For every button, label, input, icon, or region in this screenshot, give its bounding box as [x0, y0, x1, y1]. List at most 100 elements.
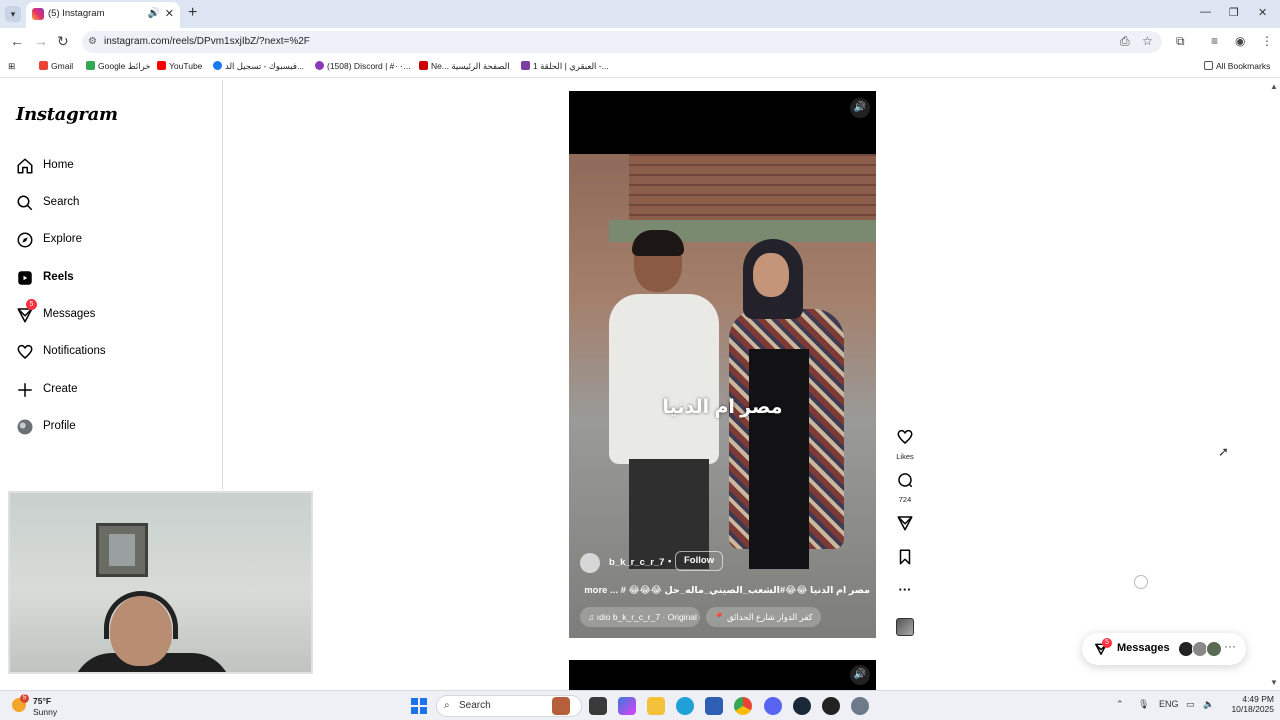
search-icon: ⌕: [444, 700, 450, 711]
edge-icon[interactable]: [676, 697, 694, 715]
bookmark-icon: [899, 549, 911, 565]
reel-overlay-text: مصر ام الدنيا: [662, 397, 783, 418]
sidebar-item-reels[interactable]: Reels: [16, 268, 206, 292]
close-tab-icon[interactable]: ✕: [165, 2, 174, 26]
reload-icon[interactable]: ↻: [57, 33, 69, 50]
language-indicator[interactable]: ENG: [1159, 699, 1179, 709]
comment-icon: [898, 473, 913, 488]
audio-chip[interactable]: ♫ ıdio b_k_r_c_r_7 · Original ε: [580, 607, 700, 627]
sound-icon[interactable]: 🔊: [850, 98, 870, 118]
sidebar-item-home[interactable]: Home: [16, 156, 206, 180]
sidebar-item-label: Explore: [43, 233, 82, 245]
apps-icon[interactable]: ⊞: [8, 61, 15, 72]
more-options-icon[interactable]: ···: [894, 582, 916, 597]
sidebar-item-create[interactable]: Create: [16, 380, 206, 404]
url-text: instagram.com/reels/DPvm1sxjIbZ/?next=%2…: [104, 36, 310, 47]
follow-button[interactable]: Follow: [675, 551, 724, 571]
all-bookmarks[interactable]: All Bookmarks: [1204, 61, 1270, 71]
tray-chevron-icon[interactable]: ⌃: [1116, 699, 1124, 710]
forward-icon[interactable]: →: [34, 33, 48, 49]
media-control-icon[interactable]: ≡: [1211, 34, 1218, 48]
audio-thumbnail[interactable]: [896, 618, 914, 636]
save-button[interactable]: [894, 548, 916, 571]
mouse-cursor-icon: ➚: [1218, 444, 1229, 459]
heart-icon: [17, 344, 33, 359]
app-icon[interactable]: [822, 697, 840, 715]
back-icon[interactable]: ←: [10, 33, 24, 49]
tab-search-icon[interactable]: ▾: [5, 6, 21, 22]
sidebar-item-label: Home: [43, 159, 74, 171]
loading-spinner-icon: [1134, 575, 1148, 589]
location-chip[interactable]: 📍 كفر الدوار شارع الحدائق: [706, 607, 821, 627]
install-app-icon[interactable]: ⎙: [1120, 34, 1130, 49]
new-tab-button[interactable]: +: [188, 4, 197, 22]
sidebar-item-messages[interactable]: 5 Messages: [16, 299, 206, 329]
instagram-logo[interactable]: Instagram: [16, 104, 118, 125]
volume-icon[interactable]: 🔈: [1203, 699, 1214, 710]
messages-badge: 5: [26, 299, 37, 310]
bookmark-netflix[interactable]: Ne... الصفحة الرئيسية: [419, 61, 510, 72]
store-icon[interactable]: [705, 697, 723, 715]
folder-icon[interactable]: [647, 697, 665, 715]
maximize-icon[interactable]: ❐: [1229, 6, 1239, 19]
minimize-icon[interactable]: —: [1200, 6, 1211, 18]
sound-icon[interactable]: 🔊: [850, 665, 870, 685]
bookmark-google-maps[interactable]: Google خرائط: [86, 61, 151, 72]
sidebar-item-label: Messages: [43, 308, 96, 320]
share-button[interactable]: [894, 514, 916, 537]
chrome-icon[interactable]: [734, 697, 752, 715]
floating-messages-button[interactable]: 5 Messages ···: [1082, 633, 1246, 665]
bookmark-gmail[interactable]: Gmail: [39, 61, 73, 71]
taskbar-app-game-icon[interactable]: [552, 697, 570, 715]
copilot-icon[interactable]: [618, 697, 636, 715]
sidebar-item-label: Create: [43, 383, 78, 395]
like-button[interactable]: Likes: [894, 428, 916, 461]
tab-instagram[interactable]: (5) Instagram 🔊 ✕: [26, 2, 180, 28]
sidebar-item-notifications[interactable]: Notifications: [16, 342, 206, 366]
bookmark-series[interactable]: العبقري | الحلقة 1 -...: [521, 61, 609, 72]
extensions-icon[interactable]: ⧉: [1176, 34, 1185, 49]
taskbar-search-label: Search: [459, 700, 491, 711]
bookmark-discord[interactable]: (1508) Discord | #٠٠...: [315, 61, 411, 72]
url-input[interactable]: ⚙ instagram.com/reels/DPvm1sxjIbZ/?next=…: [82, 31, 1162, 53]
reel-caption[interactable]: مصر ام الدنيا 😂😂#الشعب_الصيني_ماله_حل 😂😂…: [580, 585, 870, 596]
weather-badge: 5: [20, 694, 29, 703]
sidebar-item-search[interactable]: Search: [16, 193, 206, 217]
weather-condition: Sunny: [33, 707, 58, 717]
author-username[interactable]: b_k_r_c_r_7: [609, 557, 664, 568]
chrome-menu-icon[interactable]: ⋮: [1261, 34, 1273, 48]
scroll-down-icon[interactable]: ▼: [1270, 678, 1278, 687]
discord-icon[interactable]: [764, 697, 782, 715]
profile-avatar-icon[interactable]: ◉: [1235, 34, 1245, 48]
speaker-icon[interactable]: 🔊: [148, 2, 160, 26]
bookmark-star-icon[interactable]: ☆: [1142, 34, 1153, 48]
heart-icon: [897, 429, 913, 444]
site-info-icon[interactable]: ⚙: [88, 31, 97, 53]
sidebar-item-profile[interactable]: Profile: [16, 417, 206, 441]
settings-icon[interactable]: [851, 697, 869, 715]
microphone-icon[interactable]: 🎙: [1138, 699, 1149, 710]
windows-taskbar: 5 75°F Sunny ⌕ Search ⌃ 🎙 ENG ▭ 🔈 4:49 P…: [0, 690, 1280, 720]
clock[interactable]: 4:49 PM 10/18/2025: [1224, 694, 1274, 714]
home-icon: [17, 158, 33, 174]
comment-button[interactable]: 724: [894, 471, 916, 504]
steam-icon[interactable]: [793, 697, 811, 715]
more-icon[interactable]: ···: [1224, 639, 1236, 653]
comments-count: 724: [898, 495, 912, 504]
reel-player[interactable]: 🔊 مصر ام الدنيا b_k_r_c_r_7 • Follow مصر…: [569, 91, 876, 638]
sidebar-item-label: Notifications: [43, 345, 106, 357]
close-window-icon[interactable]: ✕: [1258, 6, 1267, 19]
start-icon[interactable]: [411, 698, 427, 714]
browser-tab-bar: ▾ (5) Instagram 🔊 ✕ + — ❐ ✕: [0, 0, 1280, 28]
reels-icon: [18, 271, 32, 285]
messages-badge: 5: [1102, 638, 1112, 648]
network-icon[interactable]: ▭: [1186, 699, 1195, 710]
sidebar-item-explore[interactable]: Explore: [16, 230, 206, 254]
bookmark-facebook[interactable]: فيسبوك - تسجيل الد...: [213, 61, 304, 72]
author-avatar[interactable]: [580, 553, 600, 573]
tab-title: (5) Instagram: [48, 8, 105, 19]
bookmark-youtube[interactable]: YouTube: [157, 61, 202, 71]
scroll-up-icon[interactable]: ▲: [1270, 82, 1278, 91]
file-explorer-dark-icon[interactable]: [589, 697, 607, 715]
next-reel[interactable]: 🔊: [569, 660, 876, 690]
